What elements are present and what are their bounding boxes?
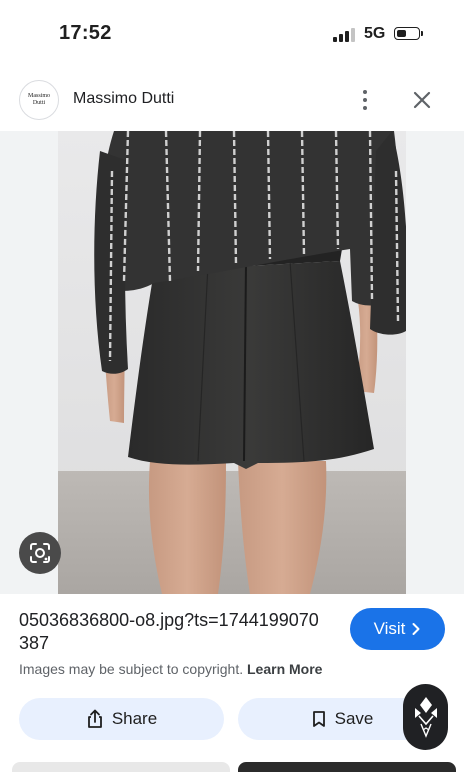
battery-icon <box>394 27 423 40</box>
save-label: Save <box>334 709 374 728</box>
share-button[interactable]: Share <box>19 698 224 740</box>
close-icon[interactable] <box>408 86 436 114</box>
product-image[interactable] <box>58 131 406 594</box>
chevron-right-icon <box>412 623 420 635</box>
image-preview-area <box>0 131 464 594</box>
visit-label: Visit <box>373 619 406 638</box>
copyright-notice: Images may be subject to copyright. Lear… <box>19 661 322 677</box>
more-vert-icon[interactable] <box>352 87 378 113</box>
result-header: Massimo Dutti Massimo Dutti <box>0 70 464 130</box>
share-icon <box>87 709 102 728</box>
signal-icon <box>333 28 357 42</box>
status-time: 17:52 <box>59 22 112 44</box>
site-logo[interactable]: Massimo Dutti <box>19 80 59 120</box>
site-logo-line-1: Massimo <box>27 93 50 99</box>
related-result-card[interactable] <box>238 762 456 772</box>
learn-more-link[interactable]: Learn More <box>247 661 322 677</box>
floating-action-button[interactable] <box>403 684 448 750</box>
visit-button[interactable]: Visit <box>350 608 445 650</box>
diamond-logo-icon <box>414 697 437 738</box>
site-name[interactable]: Massimo Dutti <box>73 90 174 108</box>
bookmark-icon <box>312 711 325 727</box>
network-type: 5G <box>364 25 386 42</box>
site-logo-line-2: Dutti <box>32 100 46 106</box>
share-label: Share <box>111 709 158 728</box>
related-result-card[interactable] <box>12 762 230 772</box>
google-lens-icon[interactable] <box>19 532 61 574</box>
status-bar: 17:52 5G <box>0 0 464 70</box>
image-file-name[interactable]: 05036836800-o8.jpg?ts=1744199070387 <box>19 609 319 655</box>
copyright-text: Images may be subject to copyright. <box>19 661 244 677</box>
